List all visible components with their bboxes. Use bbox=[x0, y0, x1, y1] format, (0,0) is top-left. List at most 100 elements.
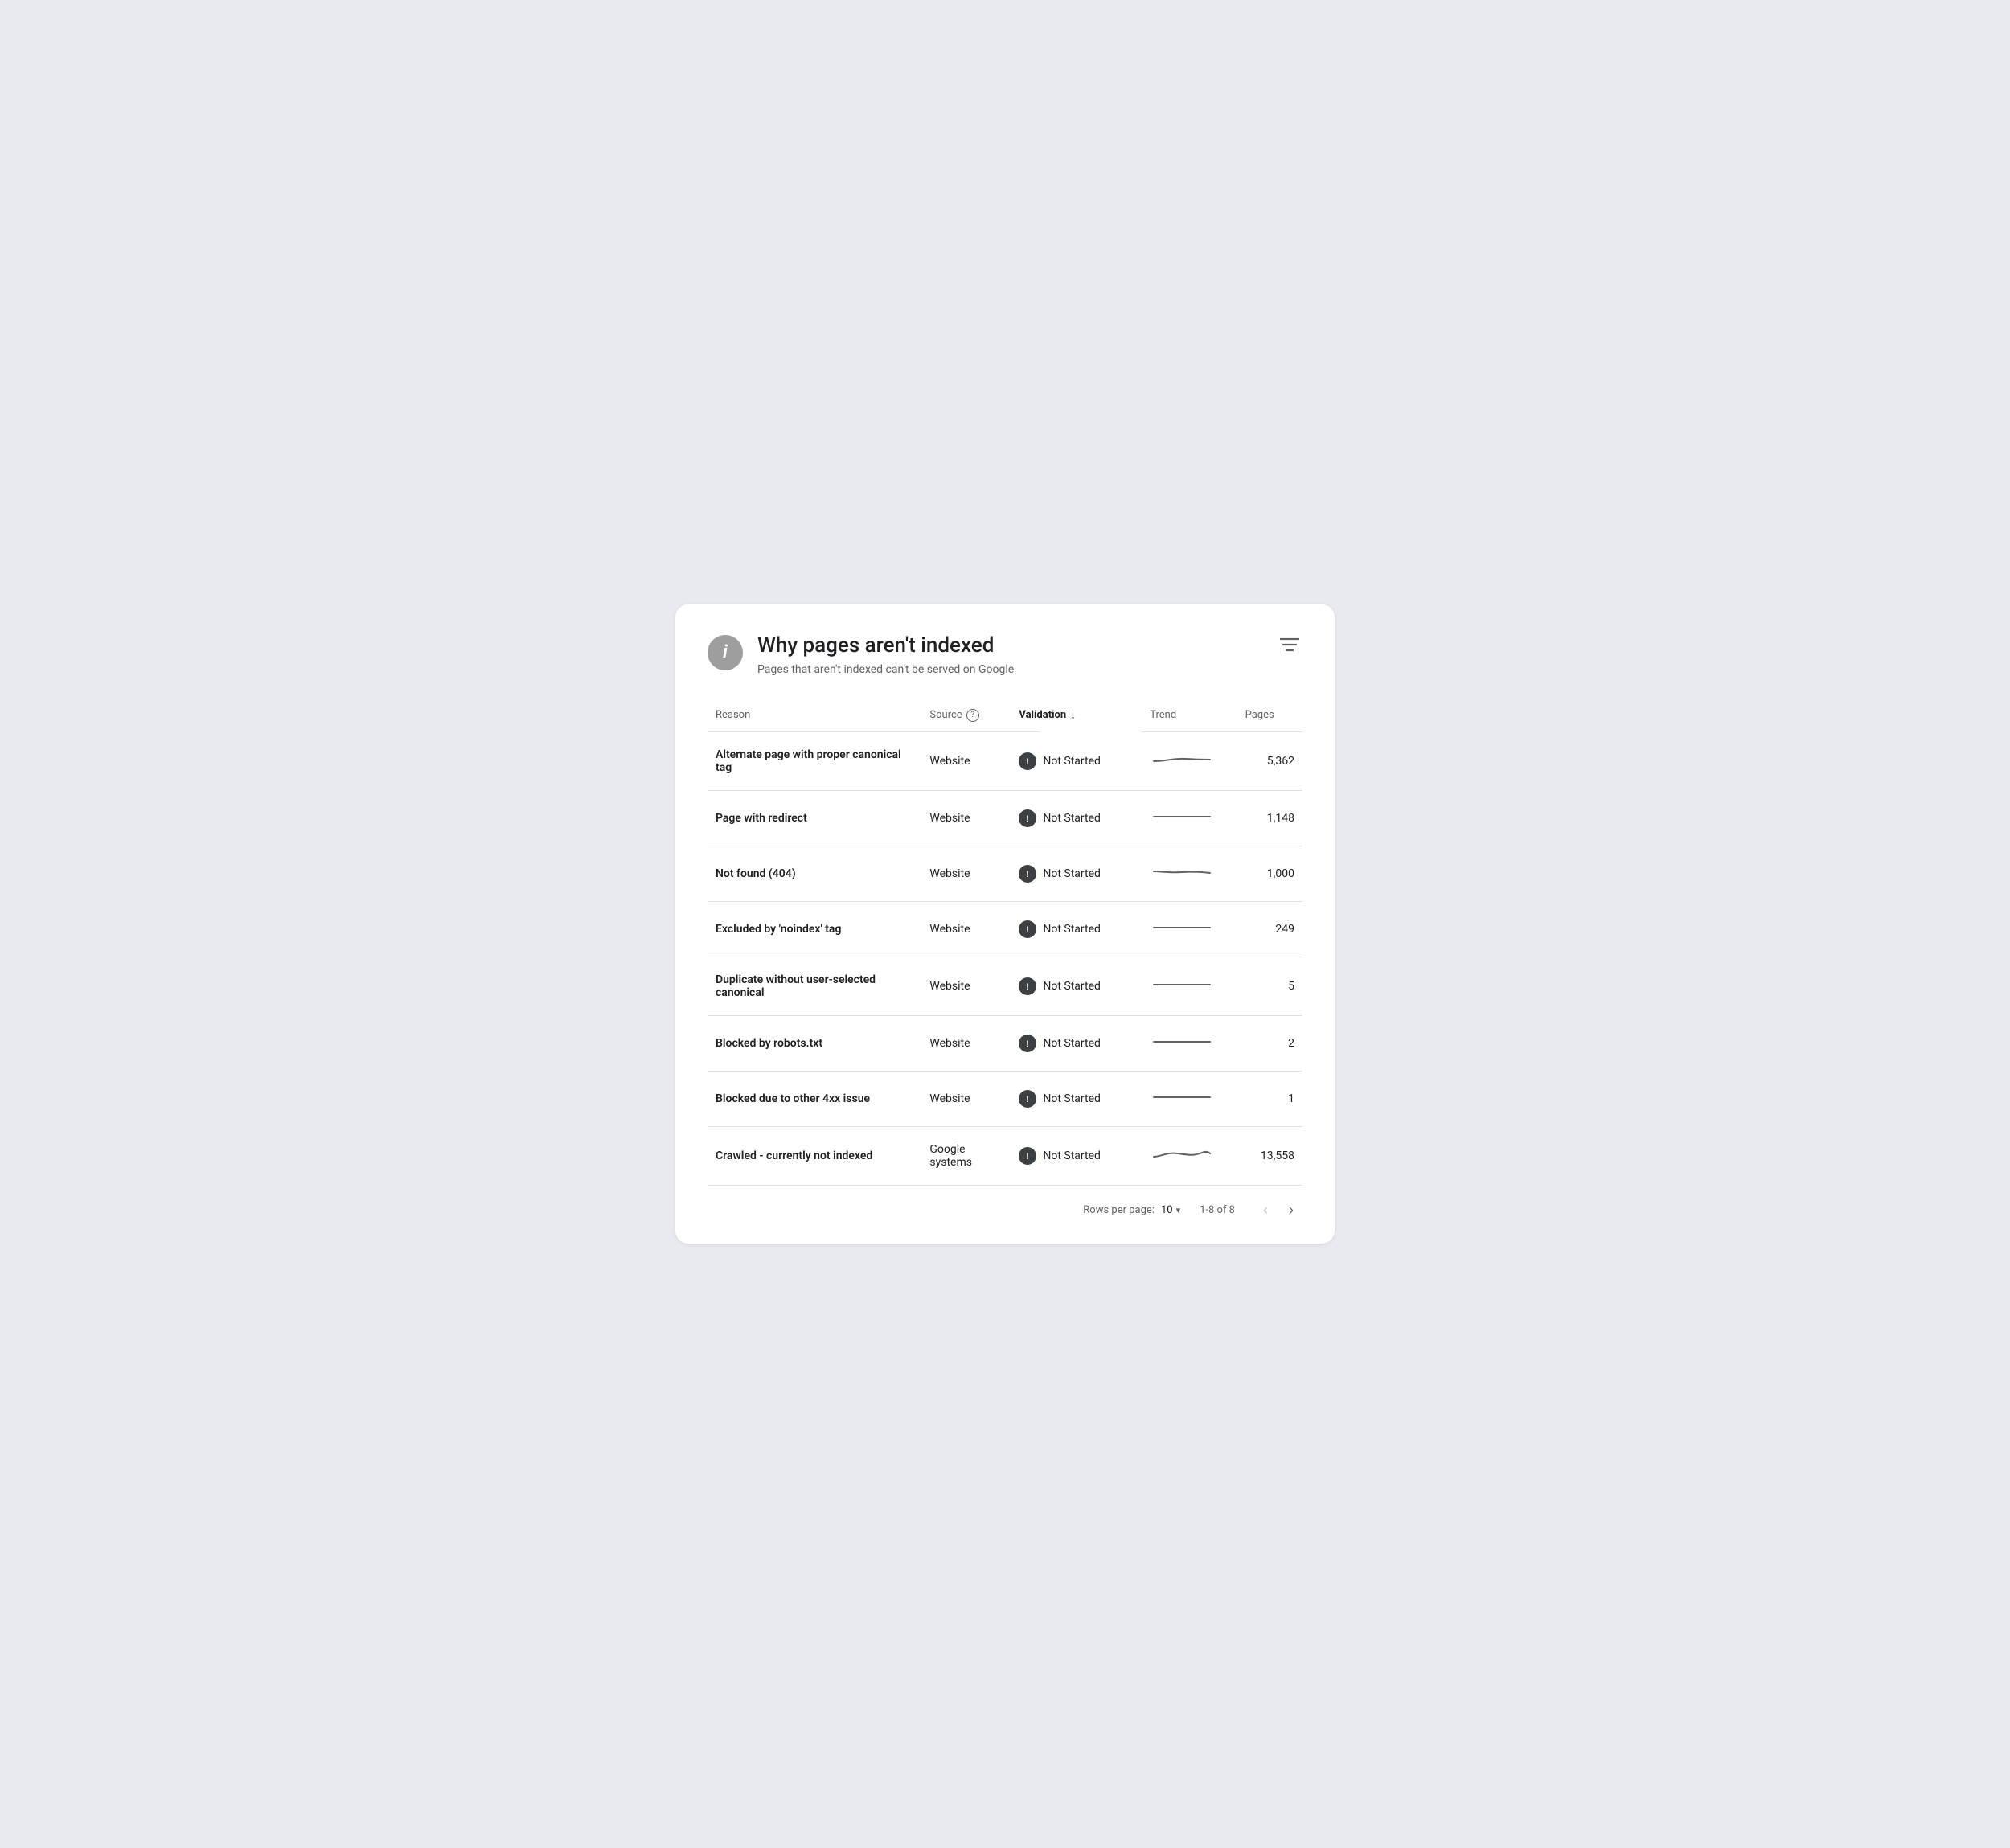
page-info: 1-8 of 8 bbox=[1200, 1204, 1235, 1216]
svg-text:!: ! bbox=[1027, 757, 1030, 767]
cell-source: Website bbox=[921, 1072, 1011, 1127]
dropdown-chevron-icon: ▾ bbox=[1176, 1205, 1181, 1215]
table-row: Duplicate without user-selected canonica… bbox=[708, 957, 1302, 1016]
cell-pages: 1,148 bbox=[1237, 791, 1302, 846]
not-started-label: Not Started bbox=[1043, 755, 1101, 768]
col-header-source: Source ? bbox=[921, 702, 1011, 732]
prev-page-button[interactable]: ‹ bbox=[1254, 1199, 1277, 1221]
svg-text:!: ! bbox=[1027, 925, 1030, 935]
cell-source: Website bbox=[921, 732, 1011, 791]
svg-text:!: ! bbox=[1027, 982, 1030, 992]
col-header-pages: Pages bbox=[1237, 702, 1302, 732]
rows-per-page-select[interactable]: 10 ▾ bbox=[1161, 1204, 1180, 1216]
table-row: Excluded by 'noindex' tagWebsite! Not Sta… bbox=[708, 902, 1302, 957]
cell-trend bbox=[1142, 791, 1237, 846]
rows-per-page-control: Rows per page: 10 ▾ bbox=[1083, 1204, 1180, 1216]
not-started-icon: ! bbox=[1019, 809, 1036, 827]
table-row: Alternate page with proper canonical tag… bbox=[708, 732, 1302, 791]
not-started-icon: ! bbox=[1019, 752, 1036, 770]
table-row: Blocked due to other 4xx issueWebsite! No… bbox=[708, 1072, 1302, 1127]
rows-per-page-value: 10 bbox=[1161, 1204, 1173, 1216]
table-header-row: Reason Source ? Validation ↓ Trend Pages bbox=[708, 702, 1302, 732]
table-row: Blocked by robots.txtWebsite! Not Started… bbox=[708, 1016, 1302, 1072]
svg-text:!: ! bbox=[1027, 1152, 1030, 1162]
info-icon: i bbox=[708, 635, 743, 670]
cell-trend bbox=[1142, 1072, 1237, 1127]
not-started-label: Not Started bbox=[1043, 923, 1101, 936]
cell-reason: Blocked by robots.txt bbox=[708, 1016, 921, 1072]
cell-source: Website bbox=[921, 791, 1011, 846]
source-label: Source bbox=[929, 709, 962, 721]
cell-reason: Blocked due to other 4xx issue bbox=[708, 1072, 921, 1127]
cell-trend bbox=[1142, 846, 1237, 902]
not-started-label: Not Started bbox=[1043, 1092, 1101, 1105]
cell-validation: ! Not Started bbox=[1011, 846, 1142, 902]
card-title: Why pages aren't indexed bbox=[757, 633, 1014, 658]
main-card: i Why pages aren't indexed Pages that ar… bbox=[675, 604, 1335, 1244]
not-started-icon: ! bbox=[1019, 1090, 1036, 1108]
cell-trend bbox=[1142, 957, 1237, 1016]
header-left: i Why pages aren't indexed Pages that ar… bbox=[708, 633, 1014, 676]
cell-pages: 1 bbox=[1237, 1072, 1302, 1127]
cell-reason: Page with redirect bbox=[708, 791, 921, 846]
not-started-label: Not Started bbox=[1043, 812, 1101, 825]
table-row: Not found (404)Website! Not Started 1,000 bbox=[708, 846, 1302, 902]
table-row: Page with redirectWebsite! Not Started 1,1… bbox=[708, 791, 1302, 846]
svg-text:!: ! bbox=[1027, 1039, 1030, 1049]
table-footer: Rows per page: 10 ▾ 1-8 of 8 ‹ › bbox=[708, 1186, 1302, 1221]
col-header-trend: Trend bbox=[1142, 702, 1237, 732]
cell-source: Website bbox=[921, 957, 1011, 1016]
cell-pages: 1,000 bbox=[1237, 846, 1302, 902]
cell-trend bbox=[1142, 732, 1237, 791]
cell-pages: 13,558 bbox=[1237, 1127, 1302, 1186]
cell-validation: ! Not Started bbox=[1011, 732, 1142, 791]
col-header-reason: Reason bbox=[708, 702, 921, 732]
not-started-icon: ! bbox=[1019, 1035, 1036, 1052]
cell-validation: ! Not Started bbox=[1011, 1127, 1142, 1186]
col-header-validation[interactable]: Validation ↓ bbox=[1011, 702, 1040, 732]
not-started-label: Not Started bbox=[1043, 980, 1101, 993]
table-body: Alternate page with proper canonical tag… bbox=[708, 732, 1302, 1186]
cell-pages: 249 bbox=[1237, 902, 1302, 957]
svg-text:!: ! bbox=[1027, 814, 1030, 824]
rows-per-page-label: Rows per page: bbox=[1083, 1204, 1155, 1216]
not-started-label: Not Started bbox=[1043, 1149, 1101, 1162]
cell-reason: Crawled - currently not indexed bbox=[708, 1127, 921, 1186]
filter-icon[interactable] bbox=[1277, 633, 1302, 661]
cell-reason: Alternate page with proper canonical tag bbox=[708, 732, 921, 791]
cell-pages: 5 bbox=[1237, 957, 1302, 1016]
cell-source: Website bbox=[921, 902, 1011, 957]
cell-trend bbox=[1142, 902, 1237, 957]
cell-source: Google systems bbox=[921, 1127, 1011, 1186]
cell-reason: Not found (404) bbox=[708, 846, 921, 902]
cell-pages: 5,362 bbox=[1237, 732, 1302, 791]
source-help-icon[interactable]: ? bbox=[966, 709, 979, 722]
header-text: Why pages aren't indexed Pages that aren… bbox=[757, 633, 1014, 676]
sort-icon: ↓ bbox=[1070, 708, 1076, 722]
cell-source: Website bbox=[921, 846, 1011, 902]
not-started-label: Not Started bbox=[1043, 867, 1101, 880]
cell-pages: 2 bbox=[1237, 1016, 1302, 1072]
not-started-icon: ! bbox=[1019, 865, 1036, 883]
cell-validation: ! Not Started bbox=[1011, 791, 1142, 846]
next-page-button[interactable]: › bbox=[1280, 1199, 1302, 1221]
svg-text:!: ! bbox=[1027, 870, 1030, 879]
not-started-icon: ! bbox=[1019, 977, 1036, 995]
not-started-icon: ! bbox=[1019, 920, 1036, 938]
table-row: Crawled - currently not indexedGoogle sy… bbox=[708, 1127, 1302, 1186]
cell-trend bbox=[1142, 1127, 1237, 1186]
cell-validation: ! Not Started bbox=[1011, 1016, 1142, 1072]
not-started-icon: ! bbox=[1019, 1147, 1036, 1165]
cell-validation: ! Not Started bbox=[1011, 1072, 1142, 1127]
validation-label: Validation bbox=[1019, 709, 1066, 721]
card-header: i Why pages aren't indexed Pages that ar… bbox=[708, 633, 1302, 676]
pagination-controls: ‹ › bbox=[1254, 1199, 1302, 1221]
cell-trend bbox=[1142, 1016, 1237, 1072]
svg-text:!: ! bbox=[1027, 1095, 1030, 1104]
cell-source: Website bbox=[921, 1016, 1011, 1072]
card-subtitle: Pages that aren't indexed can't be serve… bbox=[757, 663, 1014, 676]
not-started-label: Not Started bbox=[1043, 1037, 1101, 1050]
data-table: Reason Source ? Validation ↓ Trend Pages bbox=[708, 702, 1302, 1186]
cell-reason: Duplicate without user-selected canonica… bbox=[708, 957, 921, 1016]
cell-reason: Excluded by 'noindex' tag bbox=[708, 902, 921, 957]
